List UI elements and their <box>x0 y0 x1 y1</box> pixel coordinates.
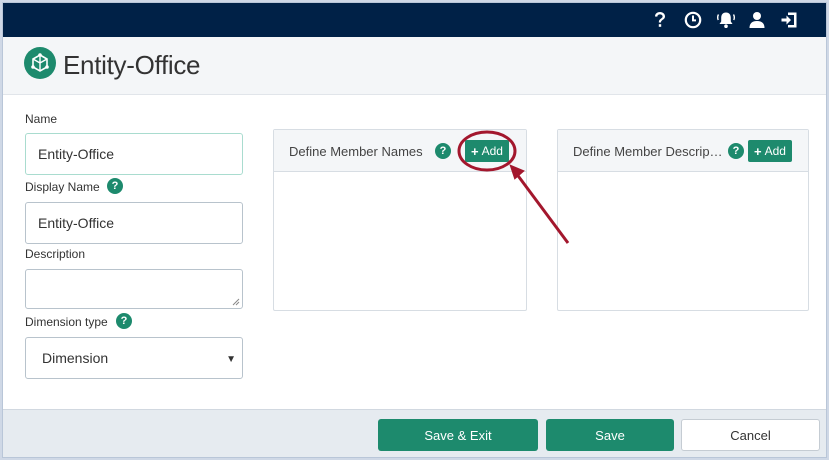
member-descriptions-title: Define Member Descrip… <box>573 144 723 159</box>
add-member-name-label: Add <box>481 144 503 158</box>
page-header: Entity-Office <box>3 37 826 95</box>
display-name-help-icon[interactable]: ? <box>107 178 123 194</box>
display-name-label-text: Display Name <box>25 180 100 194</box>
dimension-type-value: Dimension <box>42 350 109 366</box>
save-exit-button[interactable]: Save & Exit <box>378 419 538 451</box>
dimension-type-select[interactable]: Dimension ▼ <box>25 337 243 379</box>
cancel-button[interactable]: Cancel <box>681 419 820 451</box>
resize-handle-icon[interactable] <box>232 298 240 306</box>
member-names-panel-header: Define Member Names ? + Add <box>274 130 526 172</box>
top-navigation-bar <box>3 3 826 37</box>
name-label: Name <box>25 112 58 126</box>
member-names-panel: Define Member Names ? + Add <box>273 129 527 311</box>
display-name-label: Display Name <box>25 180 100 194</box>
description-label: Description <box>25 247 86 261</box>
plus-icon: + <box>754 143 762 159</box>
notifications-icon[interactable] <box>716 10 736 30</box>
chevron-down-icon: ▼ <box>226 354 236 365</box>
entity-cube-icon <box>24 47 56 79</box>
dimension-type-help-icon[interactable]: ? <box>116 313 132 329</box>
member-descriptions-help-icon[interactable]: ? <box>728 143 744 159</box>
add-member-name-button[interactable]: + Add <box>465 140 509 162</box>
member-names-help-icon[interactable]: ? <box>435 143 451 159</box>
display-name-input-value: Entity-Office <box>38 215 114 231</box>
footer-bar: Save & Exit Save Cancel <box>3 409 826 457</box>
name-input[interactable]: Entity-Office <box>25 133 243 175</box>
member-names-title: Define Member Names <box>289 144 423 159</box>
dimension-type-label: Dimension type <box>25 315 108 329</box>
help-icon[interactable] <box>650 10 670 30</box>
member-descriptions-panel-header: Define Member Descrip… ? + Add <box>558 130 808 172</box>
user-icon[interactable] <box>747 10 767 30</box>
display-name-input[interactable]: Entity-Office <box>25 202 243 244</box>
plus-icon: + <box>471 143 479 159</box>
description-textarea[interactable] <box>25 269 243 309</box>
member-descriptions-panel: Define Member Descrip… ? + Add <box>557 129 809 311</box>
add-member-description-label: Add <box>764 144 786 158</box>
page-title: Entity-Office <box>63 50 201 80</box>
app-window: Entity-Office Name Entity-Office Display… <box>2 2 827 458</box>
name-input-value: Entity-Office <box>38 146 114 162</box>
add-member-description-button[interactable]: + Add <box>748 140 792 162</box>
history-icon[interactable] <box>683 10 703 30</box>
logout-icon[interactable] <box>779 10 799 30</box>
save-button[interactable]: Save <box>546 419 674 451</box>
